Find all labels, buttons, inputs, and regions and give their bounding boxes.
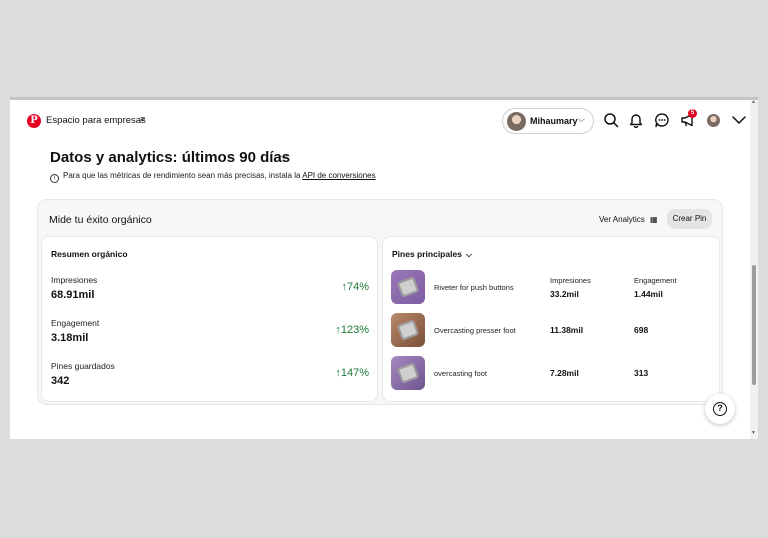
search-icon[interactable]: [603, 112, 619, 128]
info-icon: i: [50, 174, 59, 183]
business-hub-link[interactable]: Espacio para empresas: [46, 115, 146, 126]
avatar: [507, 112, 526, 131]
pin-thumbnail[interactable]: [391, 313, 425, 347]
organic-summary-panel: Resumen orgánico Impresiones 68.91mil ↑7…: [41, 236, 378, 402]
pin-thumbnail[interactable]: [391, 356, 425, 390]
metric-value: 68.91mil: [51, 289, 95, 301]
chevron-down-icon: ⌵: [465, 250, 472, 259]
info-text: Para que las métricas de rendimiento sea…: [63, 171, 301, 180]
summary-heading: Resumen orgánico: [51, 249, 128, 259]
bell-icon[interactable]: [628, 112, 644, 128]
question-icon: ?: [713, 402, 727, 416]
pin-impressions: 11.38mil: [550, 325, 584, 335]
info-banner: i Para que las métricas de rendimiento se…: [50, 171, 376, 183]
pin-thumbnail[interactable]: [391, 270, 425, 304]
account-switcher[interactable]: Mihaumary ⌵: [502, 108, 594, 134]
messages-icon[interactable]: [654, 112, 670, 128]
create-pin-button[interactable]: Crear Pin: [667, 209, 712, 229]
ver-analytics-label: Ver Analytics: [599, 215, 645, 224]
notification-badge: 5: [688, 109, 697, 118]
chevron-down-icon: ⌵: [578, 114, 585, 124]
pin-engagement: 698: [634, 325, 649, 335]
browser-window: P Espacio para empresas ≡ Mihaumary ⌵ 5 …: [10, 97, 758, 439]
ver-analytics-button[interactable]: Ver Analytics ▦: [599, 215, 658, 224]
engagement-column-header: Engagement: [634, 276, 677, 285]
chevron-down-icon[interactable]: [731, 112, 747, 128]
pin-engagement: 313: [634, 368, 649, 378]
metric-value: 342: [51, 375, 70, 387]
window-top-border: [10, 97, 758, 100]
pin-title[interactable]: Overcasting presser foot: [434, 326, 516, 335]
scroll-down-arrow-icon[interactable]: ▼: [751, 430, 756, 436]
metric-change: ↑74%: [341, 281, 369, 293]
metric-label: Engagement: [51, 318, 100, 328]
page-title: Datos y analytics: últimos 90 días: [50, 149, 291, 166]
date-range-chevron-icon[interactable]: ⌵: [280, 151, 288, 162]
account-name: Mihaumary: [530, 116, 578, 126]
metric-label: Pines guardados: [51, 361, 115, 371]
pinterest-logo-icon[interactable]: P: [27, 114, 41, 128]
metric-value: 3.18mil: [51, 332, 89, 344]
card-title: Mide tu éxito orgánico: [49, 214, 152, 226]
pin-engagement: 1.44mil: [634, 289, 663, 299]
metric-change: ↑147%: [335, 367, 369, 379]
top-pins-heading: Pines principales: [392, 249, 462, 259]
pin-title[interactable]: overcasting foot: [434, 369, 487, 378]
grid-icon: ▦: [650, 215, 658, 224]
metric-change: ↑123%: [335, 324, 369, 336]
pin-impressions: 7.28mil: [550, 368, 579, 378]
top-pins-panel: Pines principales ⌵ Impresiones Engagemen…: [382, 236, 720, 402]
impressions-column-header: Impresiones: [550, 276, 591, 285]
profile-avatar[interactable]: [707, 114, 720, 127]
top-pins-dropdown[interactable]: Pines principales ⌵: [392, 249, 472, 260]
top-bar: P Espacio para empresas ≡ Mihaumary ⌵ 5: [10, 97, 750, 143]
pin-title[interactable]: Riveter for push buttons: [434, 283, 514, 292]
pin-impressions: 33.2mil: [550, 289, 579, 299]
help-button[interactable]: ?: [705, 394, 735, 424]
scrollbar-thumb[interactable]: [752, 265, 756, 385]
metric-label: Impresiones: [51, 275, 98, 285]
organic-success-card: Mide tu éxito orgánico Ver Analytics ▦ C…: [37, 199, 723, 405]
conversions-api-link[interactable]: API de conversiones: [302, 171, 375, 180]
menu-icon[interactable]: ≡: [140, 114, 145, 124]
scrollbar[interactable]: ▲ ▼: [750, 97, 758, 439]
